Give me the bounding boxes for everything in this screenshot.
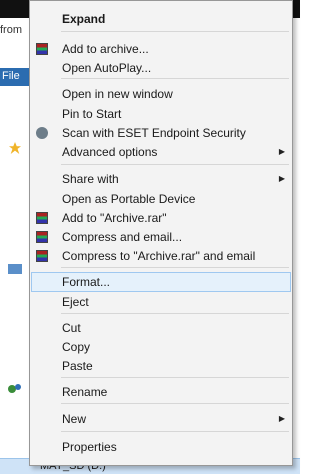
menu-item-label: Paste — [62, 359, 93, 373]
menu-item-label: Compress to "Archive.rar" and email — [62, 249, 256, 263]
menu-item-compress-to-archive-rar-and-email[interactable]: Compress to "Archive.rar" and email — [31, 246, 291, 266]
menu-item-format[interactable]: Format... — [31, 272, 291, 292]
menu-item-label: Open AutoPlay... — [62, 61, 152, 75]
winrar-icon — [36, 212, 48, 224]
menu-item-label: Cut — [62, 321, 81, 335]
star-icon — [9, 142, 21, 154]
menu-separator — [61, 403, 289, 404]
network-icon — [8, 384, 21, 393]
menu-item-label: Rename — [62, 385, 108, 399]
menu-item-open-as-portable-device[interactable]: Open as Portable Device — [31, 189, 291, 209]
winrar-icon — [36, 231, 48, 243]
submenu-arrow-icon: ▶ — [278, 174, 285, 183]
menu-item-label: Open in new window — [62, 87, 173, 101]
menu-item-label: New — [62, 412, 87, 426]
menu-item-expand[interactable]: Expand — [31, 9, 291, 29]
menu-item-add-to-archive[interactable]: Add to archive... — [31, 39, 291, 59]
menu-item-new[interactable]: New ▶ — [31, 409, 291, 429]
menu-item-cut[interactable]: Cut — [31, 318, 291, 338]
menu-item-pin-to-start[interactable]: Pin to Start — [31, 104, 291, 124]
menu-item-label: Add to archive... — [62, 42, 149, 56]
menu-item-copy[interactable]: Copy — [31, 337, 291, 357]
menu-item-rename[interactable]: Rename — [31, 382, 291, 402]
window-text-fragment: from — [0, 24, 22, 36]
menu-item-properties[interactable]: Properties — [31, 437, 291, 457]
menu-item-open-in-new-window[interactable]: Open in new window — [31, 84, 291, 104]
menu-item-label: Format... — [62, 275, 111, 289]
menu-separator — [61, 31, 289, 32]
menu-item-compress-and-email[interactable]: Compress and email... — [31, 227, 291, 247]
menu-item-label: Scan with ESET Endpoint Security — [62, 126, 246, 140]
menu-item-label: Expand — [62, 12, 106, 26]
menu-separator — [61, 164, 289, 165]
submenu-arrow-icon: ▶ — [278, 147, 285, 156]
submenu-arrow-icon: ▶ — [278, 414, 285, 423]
menu-separator — [61, 78, 289, 79]
menu-item-eject[interactable]: Eject — [31, 292, 291, 312]
menu-item-paste[interactable]: Paste — [31, 356, 291, 376]
menu-item-label: Eject — [62, 295, 89, 309]
menu-item-share-with[interactable]: Share with ▶ — [31, 169, 291, 189]
menu-item-label: Open as Portable Device — [62, 192, 196, 206]
menu-item-label: Advanced options — [62, 145, 158, 159]
winrar-icon — [36, 43, 48, 55]
menu-item-label: Properties — [62, 440, 117, 454]
menu-separator — [61, 431, 289, 432]
menu-separator — [61, 313, 289, 314]
menu-item-advanced-options[interactable]: Advanced options ▶ — [31, 142, 291, 162]
context-menu: Expand Add to archive... Open AutoPlay... O… — [29, 0, 293, 466]
menu-item-open-autoplay[interactable]: Open AutoPlay... — [31, 58, 291, 78]
menu-item-label: Share with — [62, 172, 119, 186]
eset-icon — [36, 127, 48, 139]
menu-item-label: Compress and email... — [62, 230, 183, 244]
menu-item-label: Add to "Archive.rar" — [62, 211, 167, 225]
menu-item-add-to-archive-rar[interactable]: Add to "Archive.rar" — [31, 208, 291, 228]
menu-item-label: Pin to Start — [62, 107, 122, 121]
winrar-icon — [36, 250, 48, 262]
menu-separator — [61, 267, 289, 268]
folder-icon — [8, 264, 22, 274]
menu-item-scan-with-eset-endpoint-security[interactable]: Scan with ESET Endpoint Security — [31, 123, 291, 143]
menu-item-label: Copy — [62, 340, 91, 354]
menu-separator — [61, 377, 289, 378]
